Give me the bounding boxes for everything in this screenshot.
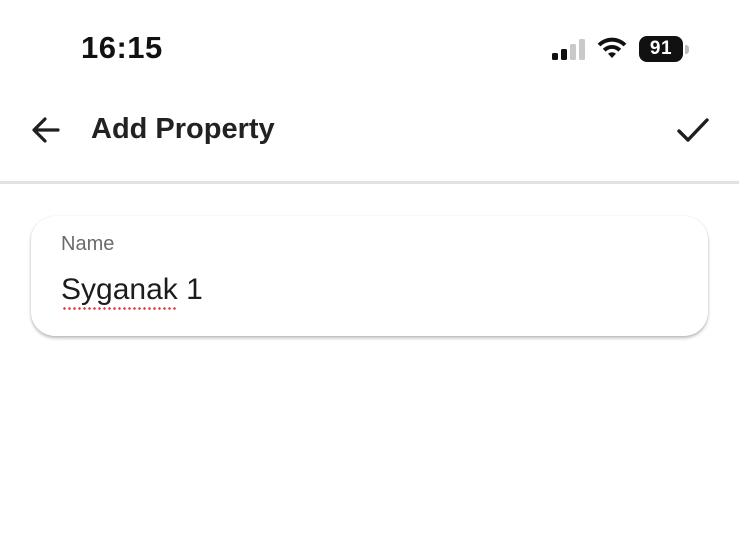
name-field-label: Name (61, 233, 115, 255)
cellular-signal-icon (552, 38, 585, 60)
wifi-icon (597, 37, 627, 58)
status-bar: 16:15 91 (0, 0, 739, 96)
save-button[interactable] (669, 106, 717, 154)
battery-indicator: 91 (639, 36, 689, 62)
status-time: 16:15 (81, 30, 163, 65)
name-field-card[interactable]: Name Syganak 1 (31, 216, 708, 336)
spellcheck-underline (62, 307, 178, 310)
page-title: Add Property (91, 113, 275, 145)
checkmark-icon (677, 118, 709, 142)
status-icons: 91 (552, 36, 689, 62)
battery-percent: 91 (639, 36, 683, 62)
app-bar: Add Property (0, 96, 739, 182)
back-button[interactable] (22, 106, 70, 154)
app-bar-divider (0, 181, 739, 184)
arrow-left-icon (32, 117, 60, 143)
name-field[interactable]: Syganak 1 (61, 273, 671, 307)
battery-tip (685, 44, 689, 54)
